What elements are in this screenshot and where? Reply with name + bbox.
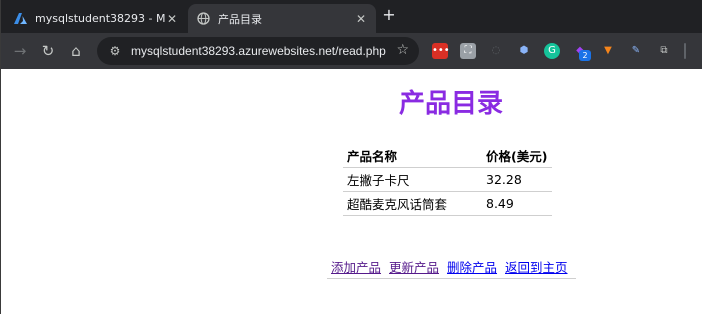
reload-icon[interactable]: ↻	[39, 42, 57, 60]
site-info-icon[interactable]: ⚙	[107, 44, 123, 58]
table-row: 超酷麦克风话筒套 8.49	[343, 191, 552, 216]
extension-gray-icon[interactable]: ⛶	[460, 43, 476, 59]
extension-red-icon[interactable]: •••	[432, 43, 450, 59]
column-header-price: 价格(美元)	[482, 144, 552, 168]
address-bar[interactable]: ⚙ mysqlstudent38293.azurewebsites.net/re…	[97, 37, 419, 65]
new-tab-button[interactable]: +	[381, 7, 397, 23]
bookmark-star-icon[interactable]: ☆	[396, 42, 409, 58]
tab-azure-portal[interactable]: mysqlstudent38293 - Microso ✕	[5, 4, 187, 33]
action-links: 添加产品 更新产品 删除产品 返回到主页	[327, 257, 576, 279]
products-table: 产品名称 价格(美元) 左撇子卡尺 32.28 超酷麦克风话筒套 8.49	[343, 144, 552, 216]
product-name-cell: 左撇子卡尺	[343, 167, 482, 192]
extension-shield-icon[interactable]: ⬢	[516, 43, 532, 59]
delete-product-link[interactable]: 删除产品	[447, 260, 497, 275]
page-title: 产品目录	[398, 89, 503, 119]
metamask-fox-icon[interactable]: ▼	[600, 43, 616, 59]
extension-edit-icon[interactable]: ✎	[628, 43, 644, 59]
update-product-link[interactable]: 更新产品	[389, 260, 439, 275]
product-price-cell: 8.49	[482, 191, 552, 216]
globe-icon	[196, 12, 210, 26]
table-header-row: 产品名称 价格(美元)	[343, 144, 552, 168]
extension-badge: 2	[579, 50, 591, 61]
back-arrow-icon[interactable]: →	[11, 42, 29, 60]
browser-window: mysqlstudent38293 - Microso ✕ 产品目录 ✕ + →…	[0, 0, 702, 314]
azure-icon	[13, 12, 27, 26]
return-home-link[interactable]: 返回到主页	[505, 260, 568, 275]
url-text[interactable]: mysqlstudent38293.azurewebsites.net/read…	[131, 44, 386, 58]
browser-toolbar: → ↻ ⌂ ⚙ mysqlstudent38293.azurewebsites.…	[1, 33, 702, 69]
product-price-cell: 32.28	[482, 167, 552, 192]
home-icon[interactable]: ⌂	[67, 42, 85, 60]
close-icon[interactable]: ✕	[165, 12, 179, 26]
tab-strip: mysqlstudent38293 - Microso ✕ 产品目录 ✕ +	[1, 0, 702, 33]
tab-product-catalog[interactable]: 产品目录 ✕	[188, 4, 376, 33]
grammarly-icon[interactable]: G	[544, 43, 560, 59]
column-header-name: 产品名称	[343, 144, 482, 168]
table-row: 左撇子卡尺 32.28	[343, 167, 552, 192]
toolbar-divider	[684, 43, 686, 59]
close-icon[interactable]: ✕	[354, 12, 368, 26]
page-content: 产品目录 产品名称 价格(美元) 左撇子卡尺 32.28 超酷麦克风话筒套 8.…	[1, 69, 702, 314]
tab-title: 产品目录	[218, 12, 262, 26]
extensions-puzzle-icon[interactable]: ⧉	[656, 43, 672, 59]
add-product-link[interactable]: 添加产品	[331, 260, 381, 275]
tab-title: mysqlstudent38293 - Microso	[35, 12, 165, 25]
product-name-cell: 超酷麦克风话筒套	[343, 191, 482, 216]
extension-puzzle-dim-icon[interactable]: ◌	[488, 43, 504, 59]
